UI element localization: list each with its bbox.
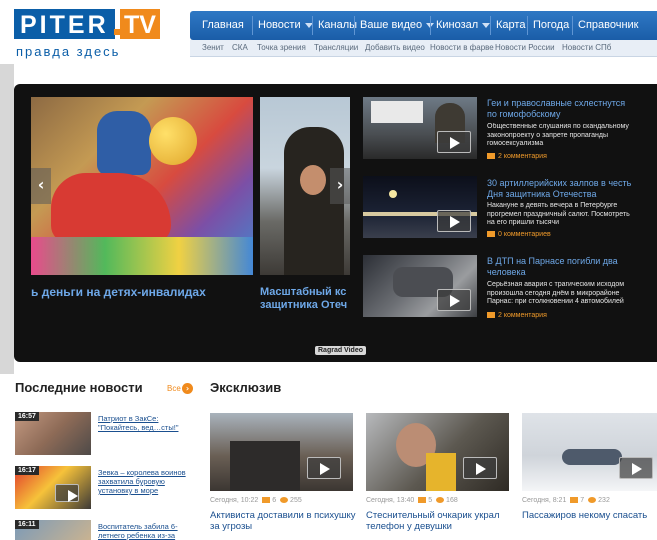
news-thumbnail[interactable]: 16:11	[15, 520, 91, 540]
site-logo[interactable]: PITER TV правда здесь	[14, 9, 162, 59]
news-time: 16:17	[15, 466, 39, 475]
slide-image-children[interactable]	[31, 97, 253, 275]
slide-caption[interactable]: Масштабный кс защитника Отеч	[260, 286, 350, 312]
slide-image-detail	[97, 111, 151, 175]
subnav-item[interactable]: СКА	[232, 43, 248, 52]
eye-icon	[588, 497, 597, 504]
play-icon[interactable]	[55, 484, 79, 502]
nav-divider	[430, 16, 431, 35]
news-title[interactable]: 30 артиллерийских залпов в честь Дня защ…	[487, 178, 637, 200]
all-news-link[interactable]: Все	[167, 384, 181, 393]
play-icon[interactable]	[619, 457, 653, 479]
video-meta: Сегодня, 8:21 7 232	[522, 497, 610, 504]
nav-item-cinema[interactable]: Кинозал	[436, 19, 491, 31]
exclusive-video-thumbnail[interactable]	[522, 413, 657, 491]
background-strip	[0, 64, 14, 374]
play-icon[interactable]	[307, 457, 341, 479]
news-summary: Накануне в девять вечера в Петербурге пр…	[487, 202, 630, 226]
subnav-item[interactable]: Зенит	[202, 43, 224, 52]
nav-divider	[312, 16, 313, 35]
nav-item-home[interactable]: Главная	[202, 19, 244, 31]
subnav-item[interactable]: Трансляции	[314, 43, 358, 52]
nav-divider	[572, 16, 573, 35]
nav-divider	[527, 16, 528, 35]
eye-icon	[280, 497, 289, 504]
nav-item-weather[interactable]: Погода	[533, 19, 569, 31]
news-title[interactable]: В ДТП на Парнасе погибли два человека	[487, 256, 637, 278]
comment-icon	[418, 497, 427, 504]
exclusive-video-title[interactable]: Стеснительный очкарик украл телефон у де…	[366, 510, 516, 532]
news-link[interactable]: Воспитатель забила 6-летнего ребенка из-…	[98, 522, 198, 540]
news-thumbnail[interactable]: 16:17	[15, 466, 91, 509]
protest-sign-image	[371, 101, 423, 123]
play-icon[interactable]	[437, 289, 471, 311]
person-on-snow-image	[562, 449, 622, 465]
comment-icon	[570, 497, 579, 504]
slide-image-detail	[31, 237, 253, 275]
comments-link[interactable]: 0 комментариев	[487, 231, 551, 238]
slide-image-detail	[300, 165, 326, 195]
news-thumbnail[interactable]: 16:57	[15, 412, 91, 455]
slide-image-detail	[149, 117, 197, 165]
news-link[interactable]: Патриот в ЗакСе: "Покайтесь, вед…сты!"	[98, 414, 198, 432]
video-meta: Сегодня, 13:40 5 168	[366, 497, 458, 504]
slide-image-detail	[51, 173, 171, 243]
nav-item-map[interactable]: Карта	[496, 19, 525, 31]
latest-news-heading: Последние новости	[15, 380, 143, 395]
slide-caption-line: Масштабный кс	[260, 286, 347, 298]
nav-item-your-video[interactable]: Ваше видео	[360, 19, 435, 31]
news-time: 16:11	[15, 520, 39, 529]
people-image	[230, 441, 300, 491]
slide-caption-line: защитника Отеч	[260, 299, 348, 311]
comment-icon	[487, 153, 495, 160]
exclusive-video-thumbnail[interactable]	[210, 413, 353, 491]
slide-caption[interactable]: ь деньги на детях-инвалидах	[31, 285, 253, 299]
news-link[interactable]: Зевка – королева воинов захватила бурову…	[98, 468, 198, 495]
news-thumbnail[interactable]	[363, 97, 477, 159]
slider-prev-button[interactable]: ‹	[31, 168, 51, 204]
comments-link[interactable]: 2 комментария	[487, 153, 547, 160]
subnav-item[interactable]: Новости СПб	[562, 43, 611, 52]
news-summary: Общественные слушания по скандальному за…	[487, 123, 629, 147]
subnav-item[interactable]: Добавить видео	[365, 43, 425, 52]
exclusive-video-title[interactable]: Активиста доставили в психушку за угрозы	[210, 510, 360, 532]
play-icon[interactable]	[437, 210, 471, 232]
arrow-right-icon[interactable]: ›	[182, 383, 193, 394]
main-nav: Главная Новости Каналы Ваше видео Киноза…	[190, 11, 657, 40]
exclusive-video-thumbnail[interactable]	[366, 413, 509, 491]
news-thumbnail[interactable]	[363, 255, 477, 317]
news-time: 16:57	[15, 412, 39, 421]
sub-nav: Зенит СКА Точка зрения Трансляции Добави…	[190, 40, 657, 57]
video-meta: Сегодня, 10:22 6 255	[210, 497, 302, 504]
vest-image	[426, 453, 456, 491]
eye-icon	[436, 497, 445, 504]
nav-divider	[354, 16, 355, 35]
chevron-down-icon	[482, 22, 491, 28]
news-thumbnail[interactable]	[363, 176, 477, 238]
slider-next-button[interactable]: ›	[330, 168, 350, 204]
logo-tagline: правда здесь	[16, 44, 121, 59]
exclusive-video-title[interactable]: Пассажиров некому спасать	[522, 510, 657, 521]
logo-name: PITER	[14, 9, 115, 39]
play-icon[interactable]	[463, 457, 497, 479]
comments-link[interactable]: 2 комментария	[487, 312, 547, 319]
nav-divider	[252, 16, 253, 35]
salute-flash-image	[389, 190, 397, 198]
comment-icon	[487, 312, 495, 319]
subnav-item[interactable]: Новости России	[495, 43, 555, 52]
nav-divider	[490, 16, 491, 35]
play-icon[interactable]	[437, 131, 471, 153]
exclusive-heading: Эксклюзив	[210, 380, 282, 395]
logo-tv: TV	[120, 9, 160, 39]
comment-icon	[487, 231, 495, 238]
nav-item-channels[interactable]: Каналы	[318, 19, 357, 31]
nav-item-directory[interactable]: Справочник	[578, 19, 639, 31]
comment-icon	[262, 497, 271, 504]
nav-item-news[interactable]: Новости	[258, 19, 313, 31]
ragrad-video-label[interactable]: Ragrad Video	[315, 346, 366, 355]
subnav-item[interactable]: Точка зрения	[257, 43, 306, 52]
news-summary: Серьёзная авария с трагическим исходом п…	[487, 281, 625, 305]
news-title[interactable]: Геи и православные схлестнутся по гомофо…	[487, 98, 637, 120]
subnav-item[interactable]: Новости в фарве	[430, 43, 494, 52]
